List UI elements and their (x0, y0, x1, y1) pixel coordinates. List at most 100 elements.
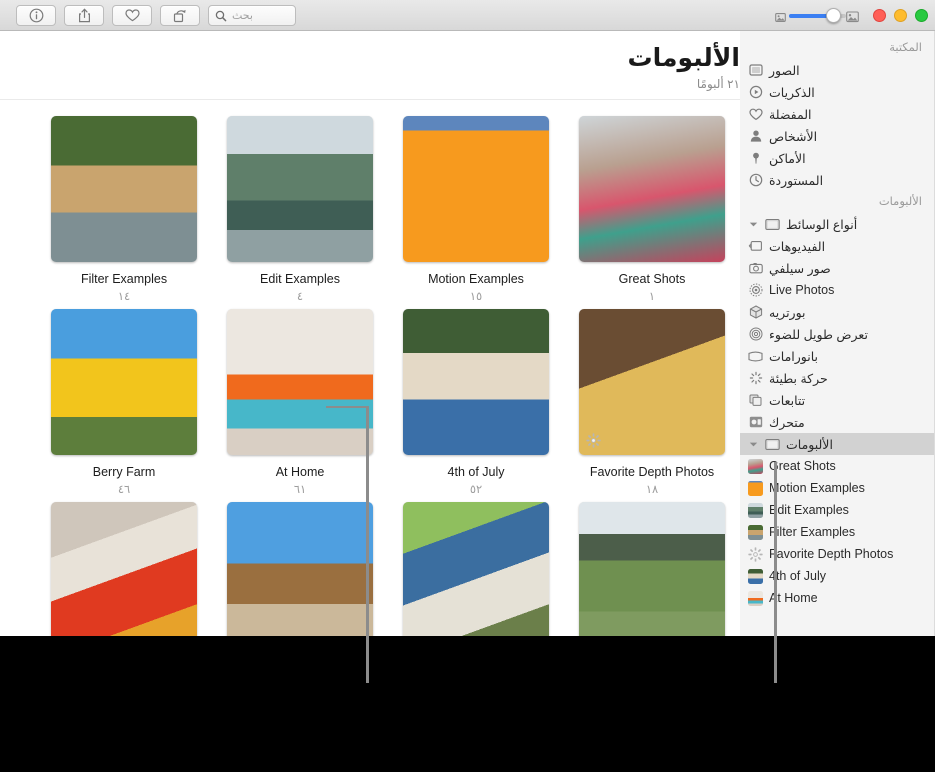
album-cover-motion-examples[interactable] (403, 116, 549, 262)
slider-knob[interactable] (826, 8, 841, 23)
album-cell[interactable] (212, 502, 388, 636)
sidebar-album-favorite-depth-photos[interactable]: Favorite Depth Photos (740, 543, 934, 565)
selfie-camera-icon (748, 261, 763, 276)
sidebar-album-filter-examples[interactable]: Filter Examples (740, 521, 934, 543)
album-cell[interactable]: Edit Examples ٤ (212, 116, 388, 303)
album-cell[interactable]: At Home ٦١ (212, 309, 388, 496)
sidebar-album-motion-examples[interactable]: Motion Examples (740, 477, 934, 499)
rotate-icon (173, 9, 188, 23)
clock-icon (748, 173, 763, 188)
sidebar-item-الذكريات[interactable]: الذكريات (740, 81, 934, 103)
animated-icon (748, 415, 763, 430)
sidebar-item-بورتريه[interactable]: بورتريه (740, 301, 934, 323)
album-photo-count: ١٨ (645, 484, 659, 496)
page-title: الألبومات (627, 44, 740, 72)
album-name: At Home (275, 465, 325, 479)
sidebar-item-الفيديوهات[interactable]: الفيديوهات (740, 235, 934, 257)
sidebar-item-label: الفيديوهات (769, 239, 826, 254)
sidebar-album-label: Edit Examples (769, 503, 849, 517)
portrait-cube-icon (748, 305, 763, 320)
small-photo-icon (775, 10, 786, 28)
album-cover-filter-examples[interactable] (51, 116, 197, 262)
sidebar-item-المفضلة[interactable]: المفضلة (740, 103, 934, 125)
album-thumbnail-wrap[interactable] (403, 116, 549, 262)
album-thumbnail (748, 524, 763, 540)
sidebar-item-تتابعات[interactable]: تتابعات (740, 389, 934, 411)
sidebar-item-تعرض-طويل-للضوء[interactable]: تعرض طويل للضوء (740, 323, 934, 345)
album-cell[interactable]: Berry Farm ٤٦ (36, 309, 212, 496)
minimize-button[interactable] (894, 9, 907, 22)
albums-content-area: الألبومات ٢١ ألبومًا Great Shots ١ Motio… (0, 31, 740, 636)
close-button[interactable] (873, 9, 886, 22)
sidebar-item-متحرك[interactable]: متحرك (740, 411, 934, 433)
sidebar-album-great-shots[interactable]: Great Shots (740, 455, 934, 477)
sidebar-item-الأشخاص[interactable]: الأشخاص (740, 125, 934, 147)
album-thumbnail (748, 590, 763, 606)
album-thumbnail-wrap[interactable] (227, 502, 373, 636)
album-thumbnail-wrap[interactable] (579, 116, 725, 262)
album-cover-album-9[interactable] (403, 502, 549, 636)
chevron-down-icon[interactable] (748, 441, 759, 448)
sidebar-item-أنواع-الوسائط[interactable]: أنواع الوسائط (740, 213, 934, 235)
sidebar-item-الصور[interactable]: الصور (740, 59, 934, 81)
sidebar-item-label: الصور (769, 63, 800, 78)
album-thumbnail-wrap[interactable] (403, 502, 549, 636)
album-thumbnail-wrap[interactable] (227, 309, 373, 455)
favorite-button[interactable] (112, 5, 152, 26)
album-thumbnail-wrap[interactable] (51, 502, 197, 636)
rotate-button[interactable] (160, 5, 200, 26)
album-cover-4th-of-july[interactable] (403, 309, 549, 455)
sidebar-item-المستوردة[interactable]: المستوردة (740, 169, 934, 191)
sidebar-item-label: أنواع الوسائط (786, 217, 858, 232)
long-exposure-icon (748, 327, 763, 342)
album-cover-berry-farm[interactable] (51, 309, 197, 455)
thumbnail-size-slider[interactable] (775, 8, 860, 23)
album-cover-great-shots[interactable] (579, 116, 725, 262)
album-thumbnail-wrap[interactable] (51, 309, 197, 455)
page-header: الألبومات ٢١ ألبومًا (0, 31, 740, 100)
album-photo-count: ٥٢ (469, 484, 483, 496)
screenshot-letterbox (0, 636, 935, 772)
sidebar-item-صور-سيلفي[interactable]: صور سيلفي (740, 257, 934, 279)
share-button[interactable] (64, 5, 104, 26)
album-cell[interactable]: Great Shots ١ (564, 116, 740, 303)
album-thumbnail-wrap[interactable] (51, 116, 197, 262)
folder-icon (765, 437, 780, 452)
album-cover-edit-examples[interactable] (227, 116, 373, 262)
album-cell[interactable]: Filter Examples ١٤ (36, 116, 212, 303)
album-cover-at-home[interactable] (227, 309, 373, 455)
info-button[interactable] (16, 5, 56, 26)
album-cell[interactable] (36, 502, 212, 636)
album-cover-album-11[interactable] (51, 502, 197, 636)
photos-app-window: بحث الألبومات ٢١ ألبومًا Great Shots ١ M… (0, 0, 935, 636)
info-icon (29, 8, 44, 23)
album-cell[interactable] (388, 502, 564, 636)
album-thumbnail-wrap[interactable] (403, 309, 549, 455)
sidebar-group-albums[interactable]: الألبومات (740, 433, 934, 455)
folder-icon (765, 217, 780, 232)
sidebar-item-حركة-بطيئة[interactable]: حركة بطيئة (740, 367, 934, 389)
chevron-down-icon[interactable] (748, 221, 759, 228)
album-cell[interactable]: 4th of July ٥٢ (388, 309, 564, 496)
album-cell[interactable]: Motion Examples ١٥ (388, 116, 564, 303)
sidebar-album-edit-examples[interactable]: Edit Examples (740, 499, 934, 521)
album-thumbnail-wrap[interactable] (579, 502, 725, 636)
maximize-button[interactable] (915, 9, 928, 22)
sidebar-item-بانورامات[interactable]: بانورامات (740, 345, 934, 367)
sidebar-section-header: الألبومات (878, 196, 922, 208)
album-thumbnail-wrap[interactable] (579, 309, 725, 455)
sidebar-album-label: Great Shots (769, 459, 836, 473)
album-cell[interactable]: Favorite Depth Photos ١٨ (564, 309, 740, 496)
sidebar-album-4th-of-july[interactable]: 4th of July (740, 565, 934, 587)
album-cover-album-10[interactable] (227, 502, 373, 636)
sidebar-item-live-photos[interactable]: Live Photos (740, 279, 934, 301)
sidebar-album-at-home[interactable]: At Home (740, 587, 934, 609)
album-cover-album-8[interactable] (579, 502, 725, 636)
sidebar-item-label: بورتريه (769, 305, 806, 320)
album-thumbnail-wrap[interactable] (227, 116, 373, 262)
album-cell[interactable] (564, 502, 740, 636)
album-name: Filter Examples (80, 272, 168, 286)
sidebar-item-الأماكن[interactable]: الأماكن (740, 147, 934, 169)
video-icon (748, 239, 763, 254)
search-field[interactable]: بحث (208, 5, 296, 26)
